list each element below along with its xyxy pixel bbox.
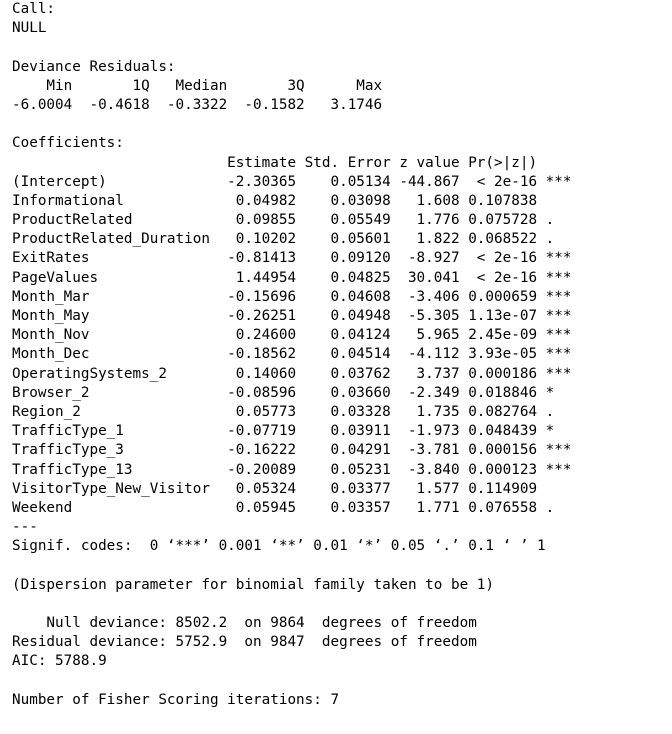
coefficients-title: Coefficients: bbox=[12, 135, 124, 152]
coefficient-row: TrafficType_3 -0.16222 0.04291 -3.781 0.… bbox=[12, 442, 572, 459]
coefficient-row: ExitRates -0.81413 0.09120 -8.927 < 2e-1… bbox=[12, 250, 572, 267]
deviance-residuals-header: Min 1Q Median 3Q Max bbox=[12, 77, 400, 94]
aic-value: AIC: 5788.9 bbox=[12, 653, 107, 670]
coefficient-row: Browser_2 -0.08596 0.03660 -2.349 0.0188… bbox=[12, 384, 572, 401]
coefficient-row: ProductRelated 0.09855 0.05549 1.776 0.0… bbox=[12, 212, 572, 229]
coefficient-row: TrafficType_13 -0.20089 0.05231 -3.840 0… bbox=[12, 461, 572, 478]
coefficient-row: Informational 0.04982 0.03098 1.608 0.10… bbox=[12, 192, 572, 209]
null-deviance: Null deviance: 8502.2 on 9864 degrees of… bbox=[12, 615, 477, 631]
r-console-output: Call: NULL Deviance Residuals: Min 1Q Med… bbox=[12, 0, 571, 710]
coefficient-row: Month_May -0.26251 0.04948 -5.305 1.13e-… bbox=[12, 308, 572, 324]
call-value: NULL bbox=[12, 20, 47, 37]
coefficient-row: Month_Dec -0.18562 0.04514 -4.112 3.93e-… bbox=[12, 346, 572, 363]
coefficient-row: ProductRelated_Duration 0.10202 0.05601 … bbox=[12, 231, 572, 248]
deviance-residuals-values: -6.0004 -0.4618 -0.3322 -0.1582 3.1746 bbox=[12, 96, 400, 113]
coefficients-header: Estimate Std. Error z value Pr(>|z|) bbox=[12, 154, 572, 171]
coefficient-row: VisitorType_New_Visitor 0.05324 0.03377 … bbox=[12, 480, 572, 497]
coefficient-row: Month_Mar -0.15696 0.04608 -3.406 0.0006… bbox=[12, 288, 572, 305]
coefficient-row: Region_2 0.05773 0.03328 1.735 0.082764 … bbox=[12, 403, 572, 420]
signif-codes: Signif. codes: 0 ‘***’ 0.001 ‘**’ 0.01 ‘… bbox=[12, 538, 546, 555]
call-label: Call: bbox=[12, 1, 56, 17]
deviance-residuals-title: Deviance Residuals: bbox=[12, 58, 176, 75]
residual-deviance: Residual deviance: 5752.9 on 9847 degree… bbox=[12, 634, 477, 651]
signif-separator: --- bbox=[12, 519, 38, 536]
coefficient-row: PageValues 1.44954 0.04825 30.041 < 2e-1… bbox=[12, 269, 572, 286]
coefficient-row: TrafficType_1 -0.07719 0.03911 -1.973 0.… bbox=[12, 423, 572, 440]
coefficient-row: Month_Nov 0.24600 0.04124 5.965 2.45e-09… bbox=[12, 327, 572, 344]
coefficient-row: (Intercept) -2.30365 0.05134 -44.867 < 2… bbox=[12, 173, 572, 190]
dispersion-note: (Dispersion parameter for binomial famil… bbox=[12, 576, 495, 593]
coefficient-row: Weekend 0.05945 0.03357 1.771 0.076558 . bbox=[12, 499, 572, 516]
coefficient-row: OperatingSystems_2 0.14060 0.03762 3.737… bbox=[12, 365, 572, 382]
fisher-iterations: Number of Fisher Scoring iterations: 7 bbox=[12, 691, 340, 708]
